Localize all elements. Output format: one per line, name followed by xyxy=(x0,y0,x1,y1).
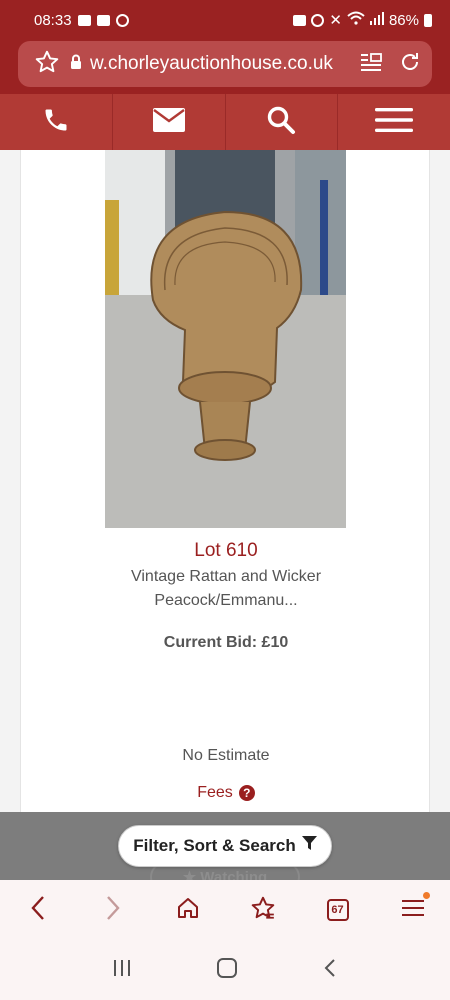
address-bar[interactable]: w.chorleyauctionhouse.co.uk xyxy=(18,41,432,87)
url-text[interactable]: w.chorleyauctionhouse.co.uk xyxy=(90,53,360,75)
email-button[interactable] xyxy=(113,94,226,150)
home-button[interactable] xyxy=(150,880,225,940)
search-button[interactable] xyxy=(226,94,339,150)
filter-button-label: Filter, Sort & Search xyxy=(133,836,296,855)
current-bid: Current Bid: £10 xyxy=(163,634,289,651)
folder-icon xyxy=(96,14,110,26)
lot-photo[interactable] xyxy=(105,150,346,528)
battery-percent: 86% xyxy=(388,11,419,29)
alarm-icon xyxy=(311,13,325,27)
reader-mode-icon[interactable] xyxy=(360,52,382,77)
status-time: 08:33 xyxy=(34,11,72,29)
menu-button[interactable] xyxy=(338,94,450,150)
tabs-button[interactable]: 67 xyxy=(300,880,375,940)
sync-icon xyxy=(115,13,129,27)
browser-menu-button[interactable] xyxy=(375,880,450,940)
tab-count: 67 xyxy=(326,899,349,921)
filter-bar: ★ Watching Filter, Sort & Search xyxy=(0,812,450,892)
lot-card[interactable]: Lot 610 Vintage Rattan and Wicker Peacoc… xyxy=(20,150,430,812)
menu-icon xyxy=(375,107,414,138)
back-button[interactable] xyxy=(0,880,75,940)
mail-icon xyxy=(152,107,186,138)
home-system-button[interactable] xyxy=(216,957,238,984)
lot-title[interactable]: Lot 610 xyxy=(21,540,431,562)
reload-icon[interactable] xyxy=(398,50,422,79)
battery-icon xyxy=(424,13,432,27)
bookmarks-button[interactable] xyxy=(225,880,300,940)
help-icon[interactable]: ? xyxy=(238,785,255,801)
bookmark-star-icon[interactable] xyxy=(34,49,60,80)
system-nav-bar xyxy=(0,940,450,1000)
wifi-icon xyxy=(347,11,365,29)
filter-sort-search-button[interactable]: Filter, Sort & Search xyxy=(118,825,332,867)
fees-label: Fees xyxy=(197,784,233,801)
chevron-right-icon xyxy=(105,895,121,926)
browser-toolbar: 67 xyxy=(0,880,450,940)
mute-icon: ✕ xyxy=(329,12,342,29)
lock-icon xyxy=(70,54,82,75)
hamburger-icon xyxy=(401,898,424,923)
filter-icon xyxy=(301,836,317,856)
lot-listing: Lot 610 Vintage Rattan and Wicker Peacoc… xyxy=(0,150,450,812)
back-system-button[interactable] xyxy=(322,958,338,983)
address-bar-area: w.chorleyauctionhouse.co.uk xyxy=(0,40,450,94)
nfc-icon xyxy=(293,14,307,26)
estimate: No Estimate xyxy=(182,747,270,764)
forward-button[interactable] xyxy=(75,880,150,940)
status-bar: 08:33 ✕ 86% xyxy=(0,0,450,40)
chevron-left-icon xyxy=(30,895,46,926)
message-icon xyxy=(77,14,91,26)
recent-apps-button[interactable] xyxy=(112,958,132,983)
fees-link[interactable]: Fees ? xyxy=(21,784,431,802)
bookmarks-star-icon xyxy=(250,895,276,926)
lot-description[interactable]: Vintage Rattan and Wicker Peacock/Emmanu… xyxy=(61,565,391,613)
site-nav xyxy=(0,94,450,150)
phone-button[interactable] xyxy=(0,94,113,150)
search-icon xyxy=(266,105,296,140)
signal-icon xyxy=(369,11,384,29)
home-icon xyxy=(176,896,200,925)
phone-icon xyxy=(42,106,70,139)
notification-dot xyxy=(423,892,430,899)
